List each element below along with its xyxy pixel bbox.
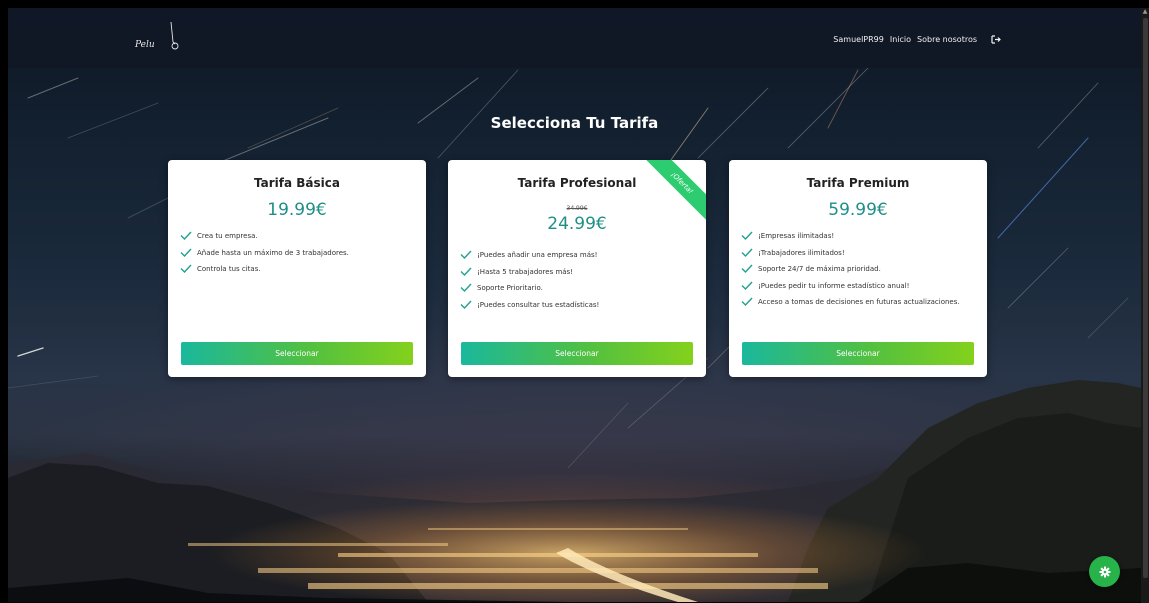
select-basic-button[interactable]: Seleccionar [181,342,413,365]
gear-icon [1099,566,1110,577]
check-icon [460,283,472,292]
plan-feature: Controla tus citas. [180,264,414,274]
logout-icon[interactable] [991,35,1001,44]
check-icon [460,300,472,309]
plan-card-basic: Tarifa Básica 19.99€ Crea tu empresa. Añ… [168,160,426,377]
plan-feature: ¡Puedes pedir tu informe estadístico anu… [741,281,975,291]
check-icon [180,231,192,240]
background-night-sky: Pelu SamuelPR99 Inicio Sobre nosotros Se… [8,8,1141,602]
plan-title: Tarifa Básica [254,176,340,190]
plan-feature: ¡Puedes añadir una empresa más! [460,250,694,260]
plan-price: 24.99€ [547,214,607,234]
plan-price: 59.99€ [828,200,888,220]
plan-feature: Soporte Prioritario. [460,283,694,293]
check-icon [180,248,192,257]
plan-features-list: Crea tu empresa. Añade hasta un máximo d… [180,231,414,281]
scrollbar-thumb[interactable] [1143,18,1148,578]
plan-title: Tarifa Premium [806,176,910,190]
plan-features-list: ¡Empresas ilimitadas! ¡Trabajadores ilim… [741,231,975,314]
page-title: Selecciona Tu Tarifa [490,114,659,132]
plan-feature: ¡Empresas ilimitadas! [741,231,975,241]
brand-logo-text: Pelu [135,40,155,50]
check-icon [741,297,753,306]
plan-feature: Acceso a tomas de decisiones en futuras … [741,297,975,307]
nav-links: SamuelPR99 Inicio Sobre nosotros [833,35,1001,44]
plan-feature: Soporte 24/7 de máxima prioridad. [741,264,975,274]
plan-feature: ¡Trabajadores ilimitados! [741,248,975,258]
plan-card-premium: Tarifa Premium 59.99€ ¡Empresas ilimitad… [729,160,987,377]
check-icon [460,250,472,259]
select-premium-button[interactable]: Seleccionar [742,342,974,365]
nav-user-link[interactable]: SamuelPR99 [833,35,884,44]
plan-old-price: 34.99€ [566,205,588,212]
plan-price: 19.99€ [267,200,327,220]
plan-card-professional: ¡Oferta! Tarifa Profesional 34.99€ 24.99… [448,160,706,377]
select-professional-button[interactable]: Seleccionar [461,342,693,365]
check-icon [180,264,192,273]
page-scrollbar[interactable]: ▲ [1141,8,1149,603]
check-icon [741,231,753,240]
scissors-logo-icon [170,22,179,50]
nav-about-link[interactable]: Sobre nosotros [917,35,977,44]
nav-home-link[interactable]: Inicio [890,35,911,44]
check-icon [741,248,753,257]
scroll-up-arrow-icon[interactable]: ▲ [1142,8,1148,16]
top-navbar: Pelu SamuelPR99 Inicio Sobre nosotros [8,8,1141,68]
plan-feature: Añade hasta un máximo de 3 trabajadores. [180,248,414,258]
check-icon [460,267,472,276]
plan-features-list: ¡Puedes añadir una empresa más! ¡Hasta 5… [460,250,694,316]
settings-fab-button[interactable] [1089,556,1120,587]
check-icon [741,264,753,273]
check-icon [741,281,753,290]
plan-feature: ¡Hasta 5 trabajadores más! [460,267,694,277]
plan-feature: ¡Puedes consultar tus estadísticas! [460,300,694,310]
plan-feature: Crea tu empresa. [180,231,414,241]
plan-title: Tarifa Profesional [517,176,637,190]
